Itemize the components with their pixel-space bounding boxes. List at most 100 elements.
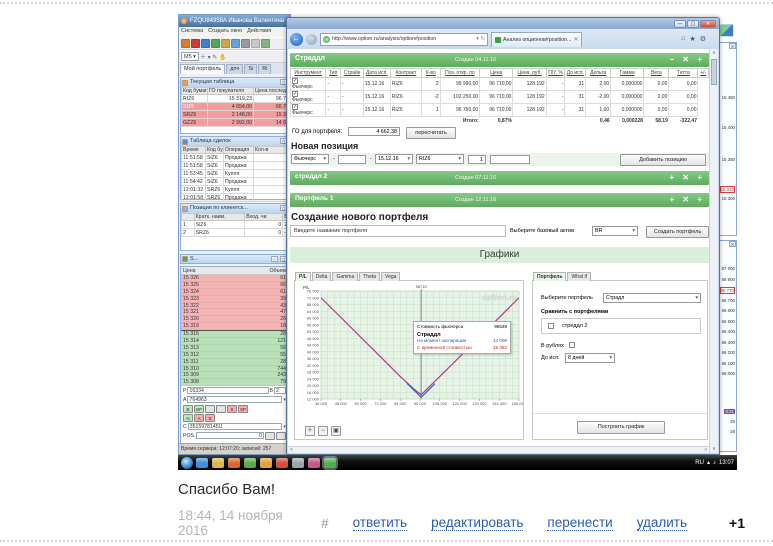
zoom-out-icon[interactable]: − xyxy=(318,426,328,436)
scroll-left-icon[interactable]: < xyxy=(290,447,293,453)
address-tools[interactable]: ▾ ↻ xyxy=(476,36,485,42)
close-button[interactable]: ✕ xyxy=(700,19,716,28)
start-button[interactable] xyxy=(181,456,193,469)
back-button[interactable]: ← xyxy=(290,32,303,46)
table-row[interactable]: 11:51:58 SiZ6 Продажа xyxy=(181,161,288,170)
bid-row[interactable]: 15 310 744 xyxy=(181,365,288,373)
go-value-input[interactable]: 4 662,38 xyxy=(348,127,400,136)
scroll-thumb[interactable] xyxy=(711,59,717,85)
ask-row[interactable]: 15 323 39 xyxy=(181,295,288,303)
minimize-button[interactable]: − xyxy=(271,256,278,262)
contract-select[interactable]: RIZ6 ▾ xyxy=(416,154,464,164)
zoom-reset-icon[interactable]: ▣ xyxy=(331,426,341,436)
pos-button[interactable] xyxy=(276,431,286,440)
toolbar-icon[interactable] xyxy=(191,39,200,48)
bid-row[interactable]: 15 313 56 xyxy=(181,344,288,352)
recalc-button[interactable]: пересчитать xyxy=(406,127,456,139)
ask-row[interactable]: 15 320 26 xyxy=(181,316,288,324)
type-select[interactable]: Фьючерс ▾ xyxy=(291,154,329,164)
tray-expand-icon[interactable]: ▴ xyxy=(707,459,710,466)
table-row[interactable]: RIZ6 15 319,23 96 7 xyxy=(181,94,288,103)
app-gray-icon[interactable] xyxy=(292,457,304,468)
scroll-up-icon[interactable]: ∧ xyxy=(710,49,718,57)
straddle-panel-header[interactable]: Страддл Создан 04.11.16 − ✕ + xyxy=(290,53,709,67)
qty-input[interactable]: 2 xyxy=(274,387,286,395)
ask-row[interactable]: 15 326 61 xyxy=(181,275,288,282)
chart-tab[interactable]: Theta xyxy=(359,272,381,281)
toolbar-icon[interactable] xyxy=(231,39,240,48)
client-select[interactable]: 3515978145U xyxy=(187,423,283,431)
sell-button[interactable]: S xyxy=(227,404,237,413)
asset-select[interactable]: BR ▾ xyxy=(592,226,638,236)
column-header[interactable]: Контракт xyxy=(389,68,422,78)
column-header[interactable]: +/- xyxy=(697,68,709,78)
explorer-folder-icon[interactable] xyxy=(212,457,224,468)
column-header[interactable]: Вега xyxy=(643,68,670,78)
settings-gear-icon[interactable]: ⚙ xyxy=(700,35,706,43)
panel-controls-icons[interactable]: + ✕ + xyxy=(670,173,706,182)
deals-table-title-bar[interactable]: Таблица сделок ▢ xyxy=(181,137,288,146)
create-portfolio-button[interactable]: Создать портфель xyxy=(646,226,709,238)
sell-button[interactable]: SP xyxy=(238,404,248,413)
toolbar-icon[interactable] xyxy=(211,39,220,48)
toolbar-icon[interactable] xyxy=(201,39,210,48)
zoom-in-icon[interactable]: ＋ xyxy=(305,426,315,436)
column-header[interactable]: До исп. xyxy=(564,68,587,78)
menu-item[interactable]: Система xyxy=(181,28,203,36)
table-row[interactable]: SRZ6 2 148,00 15 3 xyxy=(181,110,288,119)
workspace-tab[interactable]: дпч xyxy=(226,64,244,74)
portfolio-tab[interactable]: What if xyxy=(567,272,591,281)
ask-row[interactable]: 15 319 18 xyxy=(181,323,288,331)
column-header[interactable]: Дата исп. xyxy=(362,68,391,78)
pos-button[interactable] xyxy=(265,431,275,440)
chart-tools-icons[interactable]: ＋ ▾ ✎ ✋ xyxy=(200,52,227,61)
table-row[interactable]: 12:01:58 SRZ6 Продажа xyxy=(181,193,288,202)
portfolio-select[interactable]: Страдл ▾ xyxy=(603,293,701,303)
bid-row[interactable]: 15 312 55 xyxy=(181,351,288,359)
table-row[interactable]: 2SRZ60-26,00 xyxy=(181,228,288,237)
chart-tab[interactable]: Vega xyxy=(381,272,401,281)
quik-title-bar[interactable]: FZQU84958A Иванова Валентина xyxy=(179,15,290,27)
portfolio1-panel-header[interactable]: Портфель 1 Создан 12.11.16 + ✕ + xyxy=(290,193,709,207)
app-yellow-icon[interactable] xyxy=(260,457,272,468)
tab-close-icon[interactable]: ✕ xyxy=(573,36,578,43)
opera-icon[interactable] xyxy=(276,457,288,468)
column-header[interactable]: Цена xyxy=(479,68,514,78)
column-header[interactable]: П/У, % xyxy=(545,68,566,78)
table-row[interactable]: 11:54:42 SiZ6 Продажа xyxy=(181,177,288,186)
toolbar-icon[interactable] xyxy=(261,39,270,48)
table-row[interactable]: SIZ6 4 654,00 66 7 xyxy=(181,102,288,111)
order-button[interactable]: A xyxy=(194,413,204,422)
close-icon[interactable]: ✕ xyxy=(729,241,736,247)
address-bar[interactable]: http://www.option.ru/analysis/option#pos… xyxy=(320,32,488,46)
buy-button[interactable]: BP xyxy=(194,404,204,413)
bid-row[interactable]: 15 311 28 xyxy=(181,358,288,366)
menu-item[interactable]: Действия xyxy=(247,28,271,36)
close-icon[interactable]: ✕ xyxy=(729,43,736,49)
add-position-button[interactable]: Добавить позицию xyxy=(620,154,706,166)
reply-link[interactable]: ответить xyxy=(352,515,408,531)
move-link[interactable]: перенести xyxy=(547,515,613,531)
table-row[interactable]: 12:01:32 SRZ6 Купля xyxy=(181,185,288,194)
column-header[interactable]: Тип xyxy=(325,68,341,78)
qty-input[interactable]: 1 xyxy=(468,154,486,164)
ask-row[interactable]: 15 322 43 xyxy=(181,302,288,310)
portfolio-tab[interactable]: Портфель xyxy=(533,272,567,281)
ask-row[interactable]: 15 321 47 xyxy=(181,309,288,317)
panel-controls-icons[interactable]: + ✕ + xyxy=(670,195,706,204)
straddle2-panel-header[interactable]: стреддл 2 Создан 07.11.16 + ✕ + xyxy=(290,171,709,185)
ask-row[interactable]: 15 324 61 xyxy=(181,288,288,296)
internet-explorer-icon[interactable] xyxy=(196,457,208,468)
buy-button[interactable]: B xyxy=(183,404,193,413)
chart-tab[interactable]: P/L xyxy=(295,272,311,281)
order-button[interactable]: S xyxy=(205,413,215,422)
workspace-tab[interactable]: Ri xyxy=(258,64,272,74)
desktop-shortcut-icon[interactable] xyxy=(719,24,734,37)
table-row[interactable]: 11:51:58 SiZ6 Продажа xyxy=(181,153,288,162)
browser-title-bar[interactable]: — ▢ ✕ xyxy=(287,18,719,29)
price-input[interactable]: 16334 xyxy=(187,387,269,395)
column-header[interactable]: Дельта xyxy=(585,68,612,78)
column-header[interactable]: Тетта xyxy=(668,68,699,78)
chart-tab[interactable]: Delta xyxy=(311,272,332,281)
bid-row[interactable]: 15 315 28 xyxy=(181,331,288,339)
